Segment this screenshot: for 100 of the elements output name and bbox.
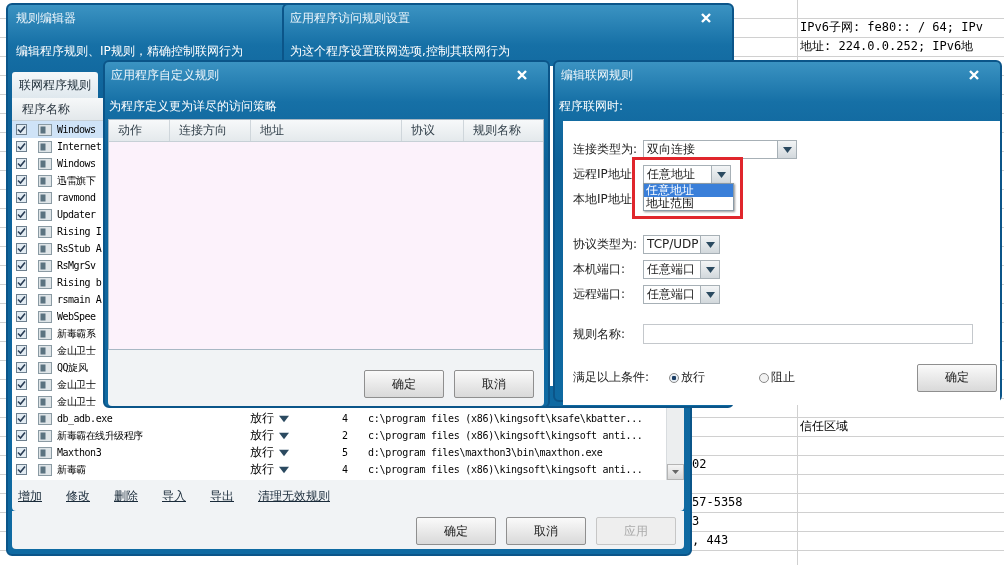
- checkbox[interactable]: [16, 379, 27, 390]
- field-label: 规则名称:: [573, 325, 627, 343]
- input-field[interactable]: [643, 324, 973, 344]
- program-name: Maxthon3: [57, 447, 103, 458]
- action-dropdown[interactable]: 放行: [250, 461, 322, 478]
- program-name: ravmond: [57, 192, 96, 203]
- checkbox[interactable]: [16, 277, 27, 288]
- checkbox[interactable]: [16, 464, 27, 475]
- program-name: 新毒霸: [57, 462, 87, 477]
- sheet-cell-text: 02: [692, 456, 707, 473]
- radio-button[interactable]: 放行: [669, 369, 759, 386]
- action-dropdown[interactable]: 放行: [250, 427, 322, 444]
- program-name: 新毒霸在线升级程序: [57, 428, 144, 443]
- checkbox[interactable]: [16, 175, 27, 186]
- program-name: rsmain A: [57, 294, 102, 305]
- close-icon[interactable]: [700, 12, 712, 24]
- list-row[interactable]: 新毒霸系: [12, 325, 103, 342]
- program-name: Internet: [57, 141, 102, 152]
- program-icon: [38, 445, 52, 460]
- menu-item[interactable]: 地址范围: [644, 197, 733, 210]
- action-link[interactable]: 增加: [18, 488, 42, 505]
- radio-button[interactable]: 阻止: [759, 369, 849, 386]
- list-row[interactable]: ravmond: [12, 189, 103, 206]
- checkbox[interactable]: [16, 226, 27, 237]
- checkbox[interactable]: [16, 362, 27, 373]
- action-link[interactable]: 删除: [114, 488, 138, 505]
- list-row[interactable]: rsmain A: [12, 291, 103, 308]
- field-label: 本机端口:: [573, 261, 627, 278]
- list-row[interactable]: Maxthon3 放行 5 d:\program files\maxthon3\bin\maxthon.exe: [12, 444, 666, 461]
- list-row[interactable]: 金山卫士: [12, 376, 103, 393]
- window-subtitle: 为这个程序设置联网选项,控制其联网行为: [289, 43, 511, 60]
- list-row[interactable]: 新毒霸 放行 4 c:\program files (x86)\kingsoft\kingsoft anti...: [12, 461, 666, 478]
- list-row[interactable]: 金山卫士: [12, 393, 103, 410]
- checkbox[interactable]: [16, 311, 27, 322]
- ok-button[interactable]: 确定: [917, 363, 997, 392]
- list-row[interactable]: RsStub A: [12, 240, 103, 257]
- list-row[interactable]: Rising b: [12, 274, 103, 291]
- field-label: 本地IP地址: [573, 191, 633, 208]
- program-name: 金山卫士: [57, 377, 95, 392]
- list-row[interactable]: 新毒霸在线升级程序 放行 2 c:\program files (x86)\kingsoft\kingsoft anti...: [12, 427, 666, 444]
- program-path: c:\program files (x86)\kingsoft\ksafe\kbatter...: [368, 413, 643, 424]
- action-link[interactable]: 导出: [210, 488, 234, 505]
- list-row[interactable]: WebSpee: [12, 308, 103, 325]
- program-path: c:\program files (x86)\kingsoft\kingsoft anti...: [368, 464, 643, 475]
- action-dropdown[interactable]: 放行: [250, 444, 322, 461]
- checkbox[interactable]: [16, 447, 27, 458]
- dropdown[interactable]: TCP/UDP: [643, 235, 720, 254]
- sheet-cell-text: 地址: 224.0.0.252; IPv6地: [800, 38, 974, 55]
- list-row[interactable]: Internet: [12, 138, 103, 155]
- dialog-button[interactable]: 取消: [454, 370, 534, 398]
- program-icon: [38, 377, 52, 392]
- action-link[interactable]: 清理无效规则: [258, 488, 330, 505]
- checkbox[interactable]: [16, 396, 27, 407]
- program-name: Rising I: [57, 226, 102, 237]
- checkbox[interactable]: [16, 345, 27, 356]
- program-icon: [38, 156, 52, 171]
- list-row[interactable]: 金山卫士: [12, 342, 103, 359]
- checkbox[interactable]: [16, 260, 27, 271]
- program-icon: [38, 139, 52, 154]
- field-label: 远程IP地址: [573, 166, 633, 183]
- program-icon: [38, 309, 52, 324]
- program-name: db_adb.exe: [57, 413, 114, 424]
- checkbox[interactable]: [16, 328, 27, 339]
- list-row[interactable]: RsMgrSv: [12, 257, 103, 274]
- dropdown[interactable]: 任意端口: [643, 260, 720, 279]
- program-icon: [38, 428, 52, 443]
- action-link[interactable]: 修改: [66, 488, 90, 505]
- checkbox[interactable]: [16, 124, 27, 135]
- dropdown[interactable]: 任意端口: [643, 285, 720, 304]
- close-icon[interactable]: [968, 69, 980, 81]
- action-dropdown[interactable]: 放行: [250, 410, 322, 427]
- caret-icon: [782, 146, 792, 153]
- list-row[interactable]: QQ旋风: [12, 359, 103, 376]
- menu-item[interactable]: 任意地址: [644, 184, 733, 197]
- action-link[interactable]: 导入: [162, 488, 186, 505]
- checkbox[interactable]: [16, 430, 27, 441]
- dialog-button[interactable]: 确定: [416, 517, 496, 545]
- checkbox[interactable]: [16, 413, 27, 424]
- list-row[interactable]: Updater: [12, 206, 103, 223]
- scroll-down-button[interactable]: [667, 464, 684, 480]
- close-icon[interactable]: [516, 69, 528, 81]
- dialog-button[interactable]: 确定: [364, 370, 444, 398]
- checkbox[interactable]: [16, 243, 27, 254]
- list-row[interactable]: db_adb.exe 放行 4 c:\program files (x86)\kingsoft\ksafe\kbatter...: [12, 410, 666, 427]
- tab[interactable]: 联网程序规则: [12, 72, 98, 98]
- dialog-button[interactable]: 取消: [506, 517, 586, 545]
- list-row[interactable]: 迅雷旗下: [12, 172, 103, 189]
- checkbox[interactable]: [16, 192, 27, 203]
- window-subtitle: 程序联网时:: [558, 98, 625, 115]
- dropdown[interactable]: 双向连接: [643, 140, 797, 159]
- column-header: 程序名称: [21, 101, 70, 118]
- list-row[interactable]: Rising I: [12, 223, 103, 240]
- list-row[interactable]: Windows: [12, 121, 103, 138]
- sheet-cell-text: , 443: [692, 532, 729, 549]
- checkbox[interactable]: [16, 209, 27, 220]
- list-row[interactable]: Windows: [12, 155, 103, 172]
- program-icon: [38, 394, 52, 409]
- checkbox[interactable]: [16, 141, 27, 152]
- checkbox[interactable]: [16, 294, 27, 305]
- checkbox[interactable]: [16, 158, 27, 169]
